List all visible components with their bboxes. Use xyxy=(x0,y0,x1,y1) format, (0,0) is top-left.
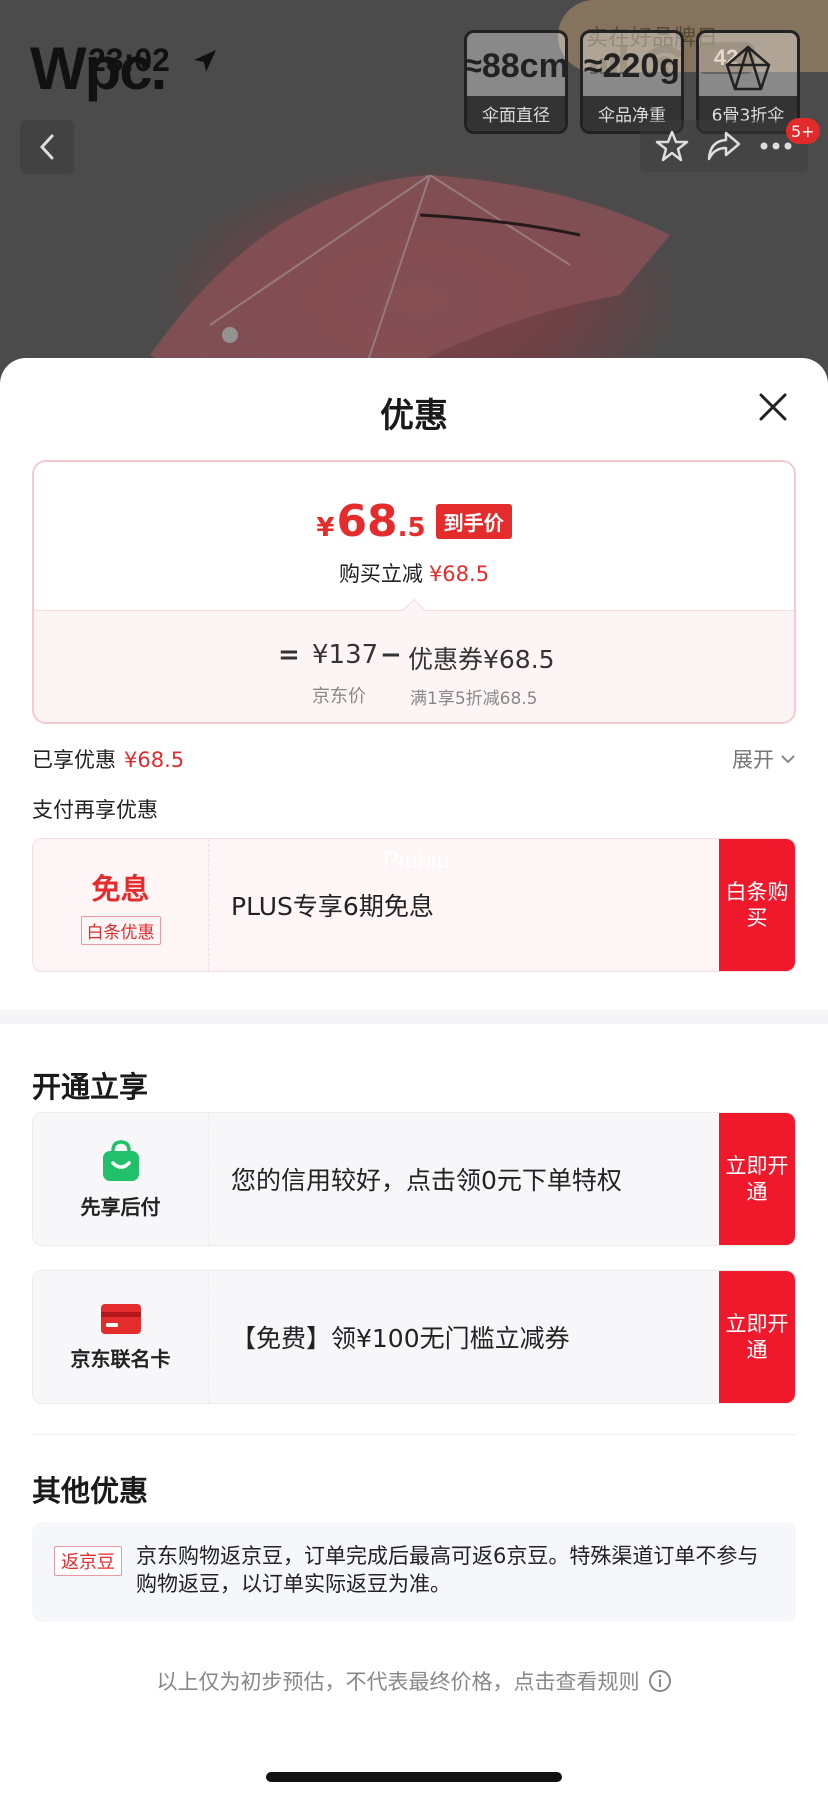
enjoyed-discount-row: 已享优惠 ¥68.5 展开 xyxy=(32,744,796,778)
baitiao-tag: 白条优惠 xyxy=(80,915,161,945)
pay-more-label: 支付再享优惠 xyxy=(32,798,158,822)
pay-later-open-button[interactable]: 立即开通 xyxy=(719,1113,795,1245)
spec-value: ≈220g xyxy=(583,47,681,85)
discount-sheet: 优惠 ¥ 68 .5 到手价 购买立减 ¥68.5 = ¥137 − 优惠券¥68… xyxy=(0,358,828,1795)
spec-card: ≈88cm 伞面直径 xyxy=(464,30,568,134)
share-icon[interactable] xyxy=(706,129,742,163)
back-button[interactable] xyxy=(20,120,74,174)
jd-price: ¥137 xyxy=(312,640,379,670)
other-section-title: 其他优惠 xyxy=(32,1474,149,1508)
info-icon xyxy=(648,1670,671,1692)
pay-later-label: 先享后付 xyxy=(80,1194,161,1219)
top-action-bar xyxy=(640,120,808,172)
favorite-star-icon[interactable] xyxy=(655,129,689,163)
final-price: ¥ 68 .5 到手价 xyxy=(34,496,794,547)
spec-cards: ≈88cm 伞面直径 ≈220g 伞品净重 6骨3折伞 xyxy=(464,30,800,134)
more-icon[interactable] xyxy=(759,141,793,151)
price-calculation: = ¥137 − 优惠券¥68.5 xyxy=(278,640,555,674)
expand-button[interactable]: 展开 xyxy=(732,744,796,774)
cobrand-card-open-button[interactable]: 立即开通 xyxy=(719,1271,795,1403)
location-arrow-icon xyxy=(194,50,216,72)
home-indicator xyxy=(266,1772,562,1782)
chevron-left-icon xyxy=(39,134,54,160)
jd-price-caption: 京东价 xyxy=(312,686,366,707)
status-time: 23:02 xyxy=(88,42,170,78)
close-icon[interactable] xyxy=(756,390,790,424)
spec-value: ≈88cm xyxy=(464,47,568,85)
direct-discount-value: ¥68.5 xyxy=(428,562,490,586)
baitiao-offer-card[interactable]: 免息 白条优惠 Piubiu PLUS专享6期免息 白条购买 xyxy=(32,838,796,972)
shopping-bag-icon xyxy=(102,1139,139,1181)
divider xyxy=(32,1434,796,1435)
cobrand-card-offer-card[interactable]: 京东联名卡 【免费】领¥100无门槛立减券 立即开通 xyxy=(32,1270,796,1404)
message-count-badge: 5+ xyxy=(786,118,820,144)
coupon-caption: 满1享5折减68.5 xyxy=(410,689,538,709)
baitiao-buy-button[interactable]: 白条购买 xyxy=(719,839,795,971)
chevron-down-icon xyxy=(781,755,795,764)
final-price-tag: 到手价 xyxy=(435,504,512,539)
enjoyed-discount-value: ¥68.5 xyxy=(124,748,185,772)
spec-label: 伞面直径 xyxy=(467,96,565,131)
interest-free-title: 免息 xyxy=(91,871,150,906)
jingdou-text: 京东购物返京豆，订单完成后最高可返6京豆。特殊渠道订单不参与购物返豆，以订单实际… xyxy=(136,1544,759,1596)
spec-card: 6骨3折伞 xyxy=(696,30,800,134)
open-section-title: 开通立享 xyxy=(32,1070,149,1104)
baitiao-offer-text: PLUS专享6期免息 xyxy=(231,892,434,921)
final-price-decimal: .5 xyxy=(397,513,426,543)
credit-card-icon xyxy=(100,1303,141,1334)
sheet-title: 优惠 xyxy=(380,396,448,436)
pay-later-text: 您的信用较好，点击领0元下单特权 xyxy=(231,1166,622,1195)
price-breakdown-card: ¥ 68 .5 到手价 购买立减 ¥68.5 = ¥137 − 优惠券¥68.5 … xyxy=(32,460,796,724)
cobrand-card-text: 【免费】领¥100无门槛立减券 xyxy=(231,1324,570,1353)
direct-discount: 购买立减 ¥68.5 xyxy=(338,562,490,586)
section-divider xyxy=(0,1010,828,1024)
jingdou-rebate-box: 返京豆 京东购物返京豆，订单完成后最高可返6京豆。特殊渠道订单不参与购物返豆，以… xyxy=(32,1522,796,1622)
cobrand-card-label: 京东联名卡 xyxy=(70,1346,171,1371)
final-price-integer: 68 xyxy=(336,496,398,547)
jingdou-tag: 返京豆 xyxy=(54,1546,122,1576)
footer-rules-link[interactable]: 以上仅为初步预估，不代表最终价格，点击查看规则 xyxy=(0,1666,828,1696)
coupon-amount: 优惠券¥68.5 xyxy=(408,645,555,674)
pay-later-offer-card[interactable]: 先享后付 您的信用较好，点击领0元下单特权 立即开通 xyxy=(32,1112,796,1246)
spec-card: ≈220g 伞品净重 xyxy=(580,30,684,134)
folding-umbrella-icon xyxy=(725,45,771,91)
